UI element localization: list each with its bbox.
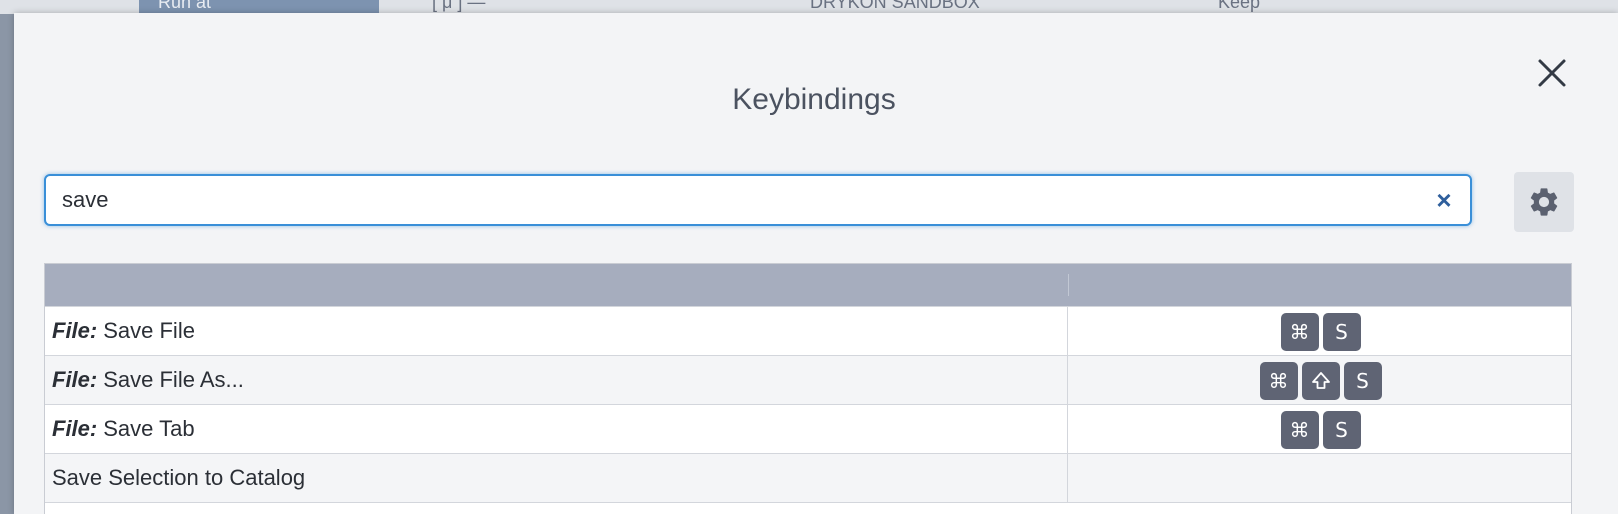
modal-title: Keybindings <box>732 83 896 116</box>
key-cmd: ⌘ <box>1280 313 1319 351</box>
close-icon <box>1538 59 1566 87</box>
keys-cell[interactable]: ⌘ S <box>1069 307 1572 355</box>
command-name: Save File <box>103 318 195 343</box>
gear-icon <box>1530 188 1558 216</box>
command-cell: File: Save Tab <box>45 405 1068 453</box>
background-field-text: [ μ ] — <box>432 0 486 12</box>
keys-cell[interactable] <box>1069 454 1572 502</box>
app-backdrop: Run at [ μ ] — DRYKON SANDBOX Keep Keybi… <box>0 0 1618 514</box>
table-header <box>45 264 1571 306</box>
command-cell: File: Save File <box>45 307 1068 355</box>
keybindings-modal: Keybindings × <box>14 13 1618 514</box>
command-name: Save File As... <box>103 367 244 392</box>
key-cmd: ⌘ <box>1280 411 1319 449</box>
command-category: File: <box>52 416 98 441</box>
search-input[interactable] <box>62 176 1402 224</box>
search-box: × <box>44 174 1472 226</box>
command-name: Save Selection to Catalog <box>52 465 306 490</box>
key-shift <box>1301 362 1340 400</box>
settings-button[interactable] <box>1514 172 1574 232</box>
keys-cell[interactable]: ⌘ S <box>1069 356 1572 404</box>
command-name: Save Tab <box>103 416 195 441</box>
key-s: S <box>1322 313 1361 351</box>
shift-arrow-icon <box>1311 372 1330 389</box>
table-row[interactable]: Save Selection to Catalog <box>45 453 1571 502</box>
key-s: S <box>1343 362 1382 400</box>
command-category: File: <box>52 318 98 343</box>
command-cell: Save Selection to Catalog <box>45 454 1068 502</box>
keys-cell[interactable]: ⌘ S <box>1069 405 1572 453</box>
background-sandbox-label: DRYKON SANDBOX <box>810 0 980 12</box>
background-run-label: Run at <box>158 0 212 12</box>
key-cmd: ⌘ <box>1259 362 1298 400</box>
table-row[interactable]: File: Save Tab ⌘ S <box>45 404 1571 453</box>
keybindings-table: File: Save File ⌘ S File: Save File As... ⌘… <box>44 263 1572 514</box>
column-separator <box>1068 274 1069 296</box>
background-keep-label: Keep <box>1218 0 1261 12</box>
key-s: S <box>1322 411 1361 449</box>
table-row[interactable]: File: Save File ⌘ S <box>45 306 1571 355</box>
table-row[interactable]: File: Save File As... ⌘ S <box>45 355 1571 404</box>
close-button[interactable] <box>1534 55 1570 91</box>
clear-search-button[interactable]: × <box>1430 176 1458 224</box>
clear-x-icon: × <box>1436 185 1452 215</box>
command-category: File: <box>52 367 98 392</box>
table-row[interactable] <box>45 502 1571 514</box>
command-cell: File: Save File As... <box>45 356 1068 404</box>
